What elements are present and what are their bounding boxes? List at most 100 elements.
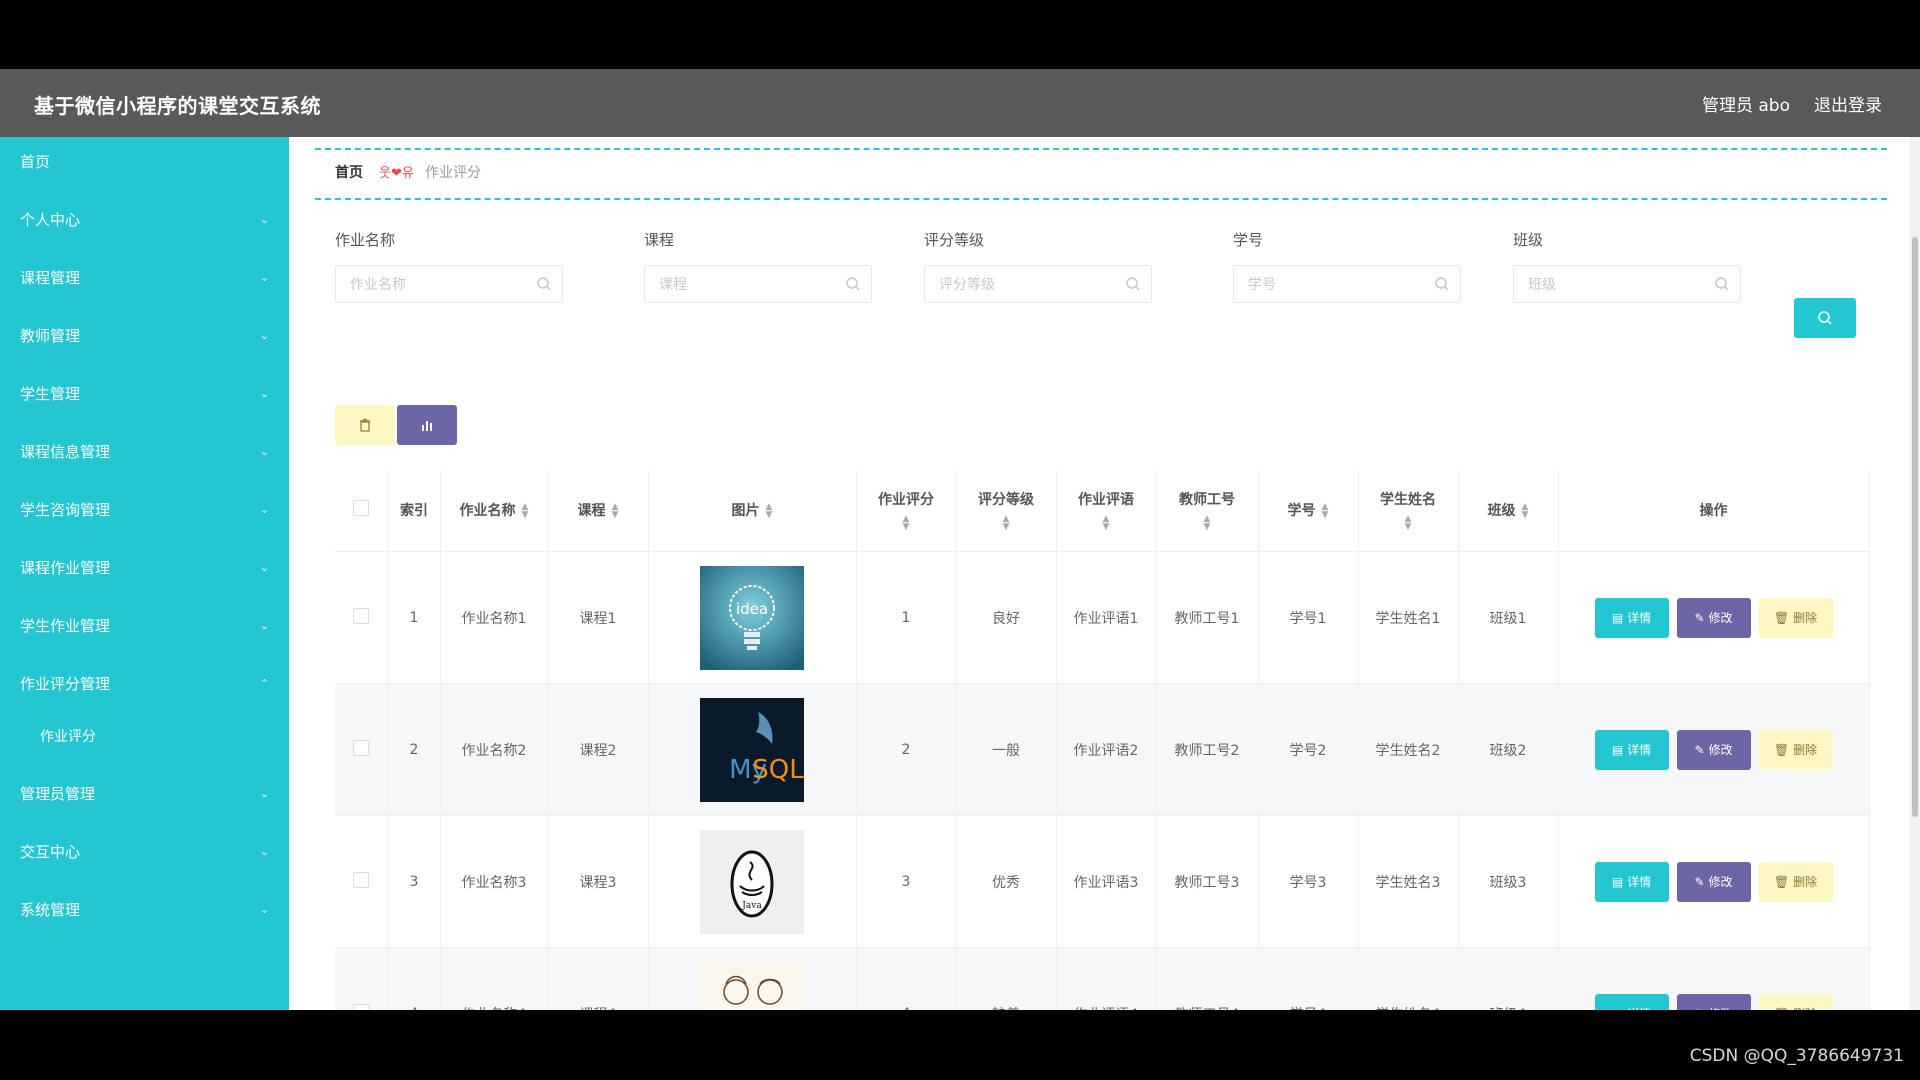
document-icon: ▤ (1611, 610, 1624, 625)
student-no-input[interactable] (1234, 266, 1430, 304)
cell-class: 班级1 (1458, 551, 1559, 684)
programmers-sketch-image (700, 961, 804, 1010)
pencil-icon: ✎ (1694, 742, 1705, 757)
sidebar-item-label: 课程信息管理 (20, 443, 111, 461)
cell-actions: ▤详情 ✎修改 🗑删除 (1558, 551, 1870, 684)
edit-button[interactable]: ✎修改 (1676, 861, 1751, 902)
detail-button[interactable]: ▤详情 (1594, 597, 1669, 638)
batch-delete-button[interactable] (335, 405, 395, 445)
class-input[interactable] (1514, 266, 1710, 304)
sidebar-item-student-management[interactable]: 学生管理 ⌄ (0, 374, 289, 414)
column-header-sortable[interactable]: 学号 ▲ ▼ (1258, 469, 1359, 552)
cell-comment: 作业评语1 (1056, 551, 1157, 684)
column-header-sortable[interactable]: 作业评语 ▲ ▼ (1056, 469, 1157, 552)
homework-name-input[interactable] (336, 266, 532, 304)
cell-actions: ▤详情 ✎修改 🗑删除 (1558, 947, 1870, 1010)
row-select-cell (335, 947, 389, 1010)
main-content: 首页 웃❤유 作业评分 作业名称 课程 评分等级 (289, 137, 1920, 1010)
column-header: 操作 (1558, 469, 1870, 552)
detail-button[interactable]: ▤详情 (1594, 729, 1669, 770)
edit-label: 修改 (1708, 743, 1733, 757)
row-checkbox[interactable] (353, 739, 370, 756)
logout-link[interactable]: 退出登录 (1814, 91, 1882, 116)
row-checkbox[interactable] (353, 871, 370, 888)
sidebar-item-student-homework-management[interactable]: 学生作业管理 ⌄ (0, 606, 289, 646)
cell-course: 课程1 (548, 551, 649, 684)
detail-button[interactable]: ▤详情 (1594, 861, 1669, 902)
edit-button[interactable]: ✎修改 (1676, 597, 1751, 638)
sidebar-subitem-grading[interactable]: 作业评分 (0, 717, 289, 757)
sidebar-item-home[interactable]: 首页 (0, 142, 289, 182)
column-header-sortable[interactable]: 作业评分 ▲ ▼ (856, 469, 957, 552)
column-header-sortable[interactable]: 图片 ▲ ▼ (648, 469, 857, 552)
breadcrumb-home[interactable]: 首页 (335, 162, 363, 182)
filter-label: 学号 (1233, 231, 1264, 249)
statistics-button[interactable] (397, 405, 457, 445)
page-scrollbar[interactable] (1910, 137, 1920, 1010)
cell-course: 课程3 (548, 815, 649, 948)
row-checkbox[interactable] (353, 607, 370, 624)
column-header-label: 学号 (1287, 503, 1316, 519)
chevron-down-icon: ⌄ (259, 787, 269, 800)
admin-user-label[interactable]: 管理员 abo (1702, 91, 1790, 116)
filter-grade-level: 评分等级 (924, 229, 1152, 304)
sidebar-item-system-management[interactable]: 系统管理 ⌄ (0, 890, 289, 930)
cell-image (648, 947, 857, 1010)
csdn-watermark: CSDN @QQ_3786649731 (1689, 1046, 1904, 1066)
cell-teacher-id: 教师工号2 (1156, 683, 1259, 816)
detail-label: 详情 (1627, 875, 1652, 889)
cell-teacher-id: 教师工号4 (1156, 947, 1259, 1010)
delete-button[interactable]: 🗑删除 (1758, 729, 1833, 770)
cell-actions: ▤详情 ✎修改 🗑删除 (1558, 683, 1870, 816)
detail-label: 详情 (1627, 611, 1652, 625)
column-header-sortable[interactable]: 教师工号 ▲ ▼ (1156, 469, 1259, 552)
chevron-down-icon: ⌄ (259, 445, 269, 458)
sidebar-item-consult-management[interactable]: 学生咨询管理 ⌄ (0, 490, 289, 530)
cell-class: 班级2 (1458, 683, 1559, 816)
detail-label: 详情 (1627, 743, 1652, 757)
sidebar-item-admin-management[interactable]: 管理员管理 ⌄ (0, 774, 289, 814)
scrollbar-thumb[interactable] (1912, 237, 1918, 817)
column-header-label: 作业名称 (459, 503, 516, 519)
column-header-sortable[interactable]: 评分等级 ▲ ▼ (956, 469, 1057, 552)
sidebar-item-label: 教师管理 (20, 327, 81, 345)
cell-index: 4 (388, 947, 441, 1010)
edit-button[interactable]: ✎修改 (1676, 993, 1751, 1010)
search-icon (846, 277, 860, 291)
column-header-sortable[interactable]: 课程 ▲ ▼ (548, 469, 649, 552)
course-field (644, 265, 872, 304)
sidebar-item-teacher-management[interactable]: 教师管理 ⌄ (0, 316, 289, 356)
cell-index: 1 (388, 551, 441, 684)
chevron-down-icon: ⌄ (259, 561, 269, 574)
search-button[interactable] (1794, 298, 1856, 338)
select-all-checkbox[interactable] (353, 500, 370, 516)
detail-button[interactable]: ▤详情 (1594, 993, 1669, 1010)
sidebar-item-label: 作业评分管理 (20, 675, 111, 693)
column-header-label: 班级 (1487, 503, 1516, 519)
row-checkbox[interactable] (353, 1003, 370, 1010)
column-header-sortable[interactable]: 作业名称 ▲ ▼ (440, 469, 549, 552)
grade-level-input[interactable] (925, 266, 1121, 304)
cell-score: 2 (856, 683, 957, 816)
java-logo-image: Java (700, 829, 804, 934)
sidebar-item-course-management[interactable]: 课程管理 ⌄ (0, 258, 289, 298)
delete-button[interactable]: 🗑删除 (1758, 993, 1833, 1010)
chevron-up-icon: ⌃ (259, 677, 269, 690)
sidebar-item-grading-management[interactable]: 作业评分管理 ⌃ (0, 664, 289, 704)
column-header-sortable[interactable]: 班级 ▲ ▼ (1458, 469, 1559, 552)
sidebar-item-interaction-center[interactable]: 交互中心 ⌄ (0, 832, 289, 872)
sidebar-item-course-homework-management[interactable]: 课程作业管理 ⌄ (0, 548, 289, 588)
delete-button[interactable]: 🗑删除 (1758, 861, 1833, 902)
sidebar-item-label: 课程管理 (20, 269, 81, 287)
sidebar: 首页 个人中心 ⌄ 课程管理 ⌄ 教师管理 ⌄ 学生管理 ⌄ 课程信息管理 ⌄ … (0, 137, 289, 1010)
delete-button[interactable]: 🗑删除 (1758, 597, 1833, 638)
sidebar-item-course-info-management[interactable]: 课程信息管理 ⌄ (0, 432, 289, 472)
edit-button[interactable]: ✎修改 (1676, 729, 1751, 770)
sort-icon: ▲ ▼ (765, 502, 773, 520)
course-input[interactable] (645, 266, 841, 304)
column-header-label: 图片 (731, 503, 760, 519)
column-header-sortable[interactable]: 学生姓名 ▲ ▼ (1358, 469, 1459, 552)
sidebar-item-personal-center[interactable]: 个人中心 ⌄ (0, 200, 289, 240)
cell-class: 班级3 (1458, 815, 1559, 948)
cell-grade: 良好 (956, 551, 1057, 684)
